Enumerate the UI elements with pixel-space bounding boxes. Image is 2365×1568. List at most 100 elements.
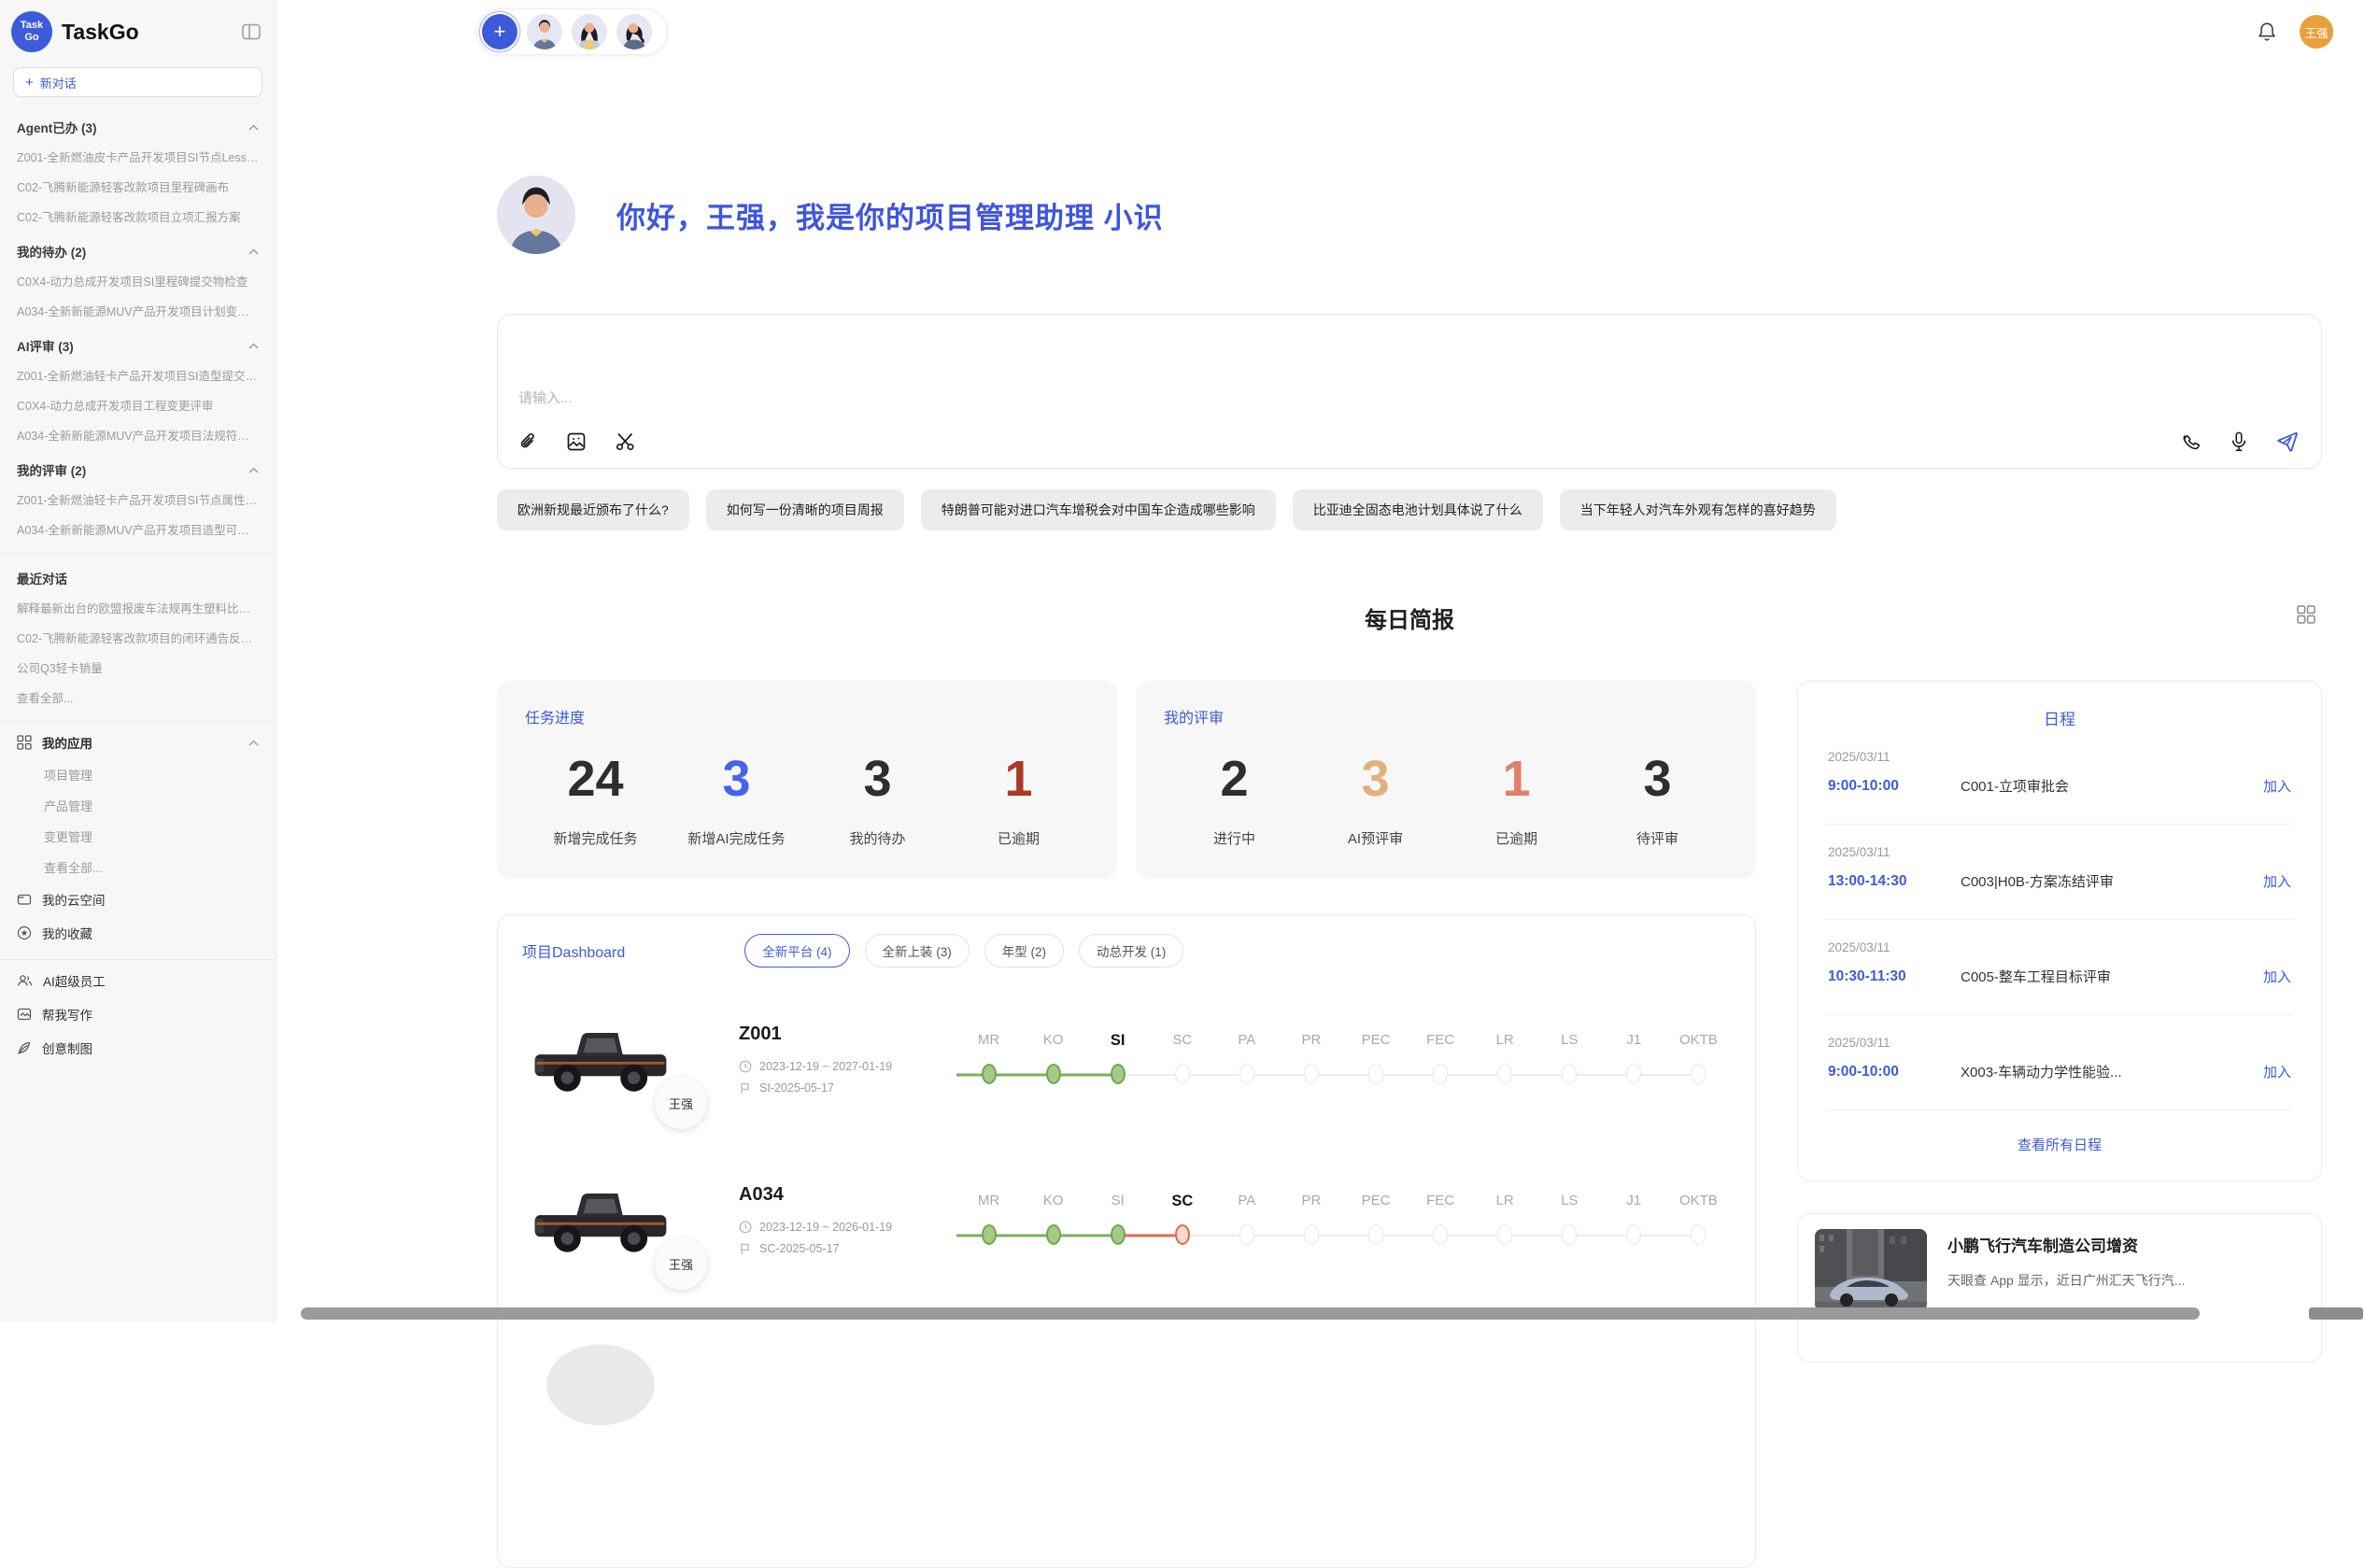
recent-chat-view-all[interactable]: 查看全部... xyxy=(0,682,276,712)
user-avatar[interactable]: 王强 xyxy=(2300,15,2333,49)
sidebar-item[interactable]: C02-飞腾新能源轻客改款项目立项汇报方案 xyxy=(0,201,276,231)
project-row-z001[interactable]: 王强 Z001 2023-12-19 ~ 2027-01-19 SI-2025-… xyxy=(522,990,1731,1128)
suggestion-chip[interactable]: 欧洲新规最近颁布了什么? xyxy=(497,489,689,530)
section-title: 最近对话 xyxy=(17,569,67,587)
milestone-dot-pr[interactable] xyxy=(1279,1224,1343,1247)
app-item-product-mgmt[interactable]: 产品管理 xyxy=(0,790,276,821)
chat-input[interactable]: 请输入... xyxy=(497,314,2322,469)
microphone-icon[interactable] xyxy=(2229,431,2249,453)
sidebar-collapse-icon[interactable] xyxy=(242,23,261,40)
sidebar-item-ai-super-staff[interactable]: AI超级员工 xyxy=(0,964,276,997)
join-button[interactable]: 加入 xyxy=(2263,967,2291,986)
horizontal-scrollbar[interactable] xyxy=(301,1307,2279,1320)
milestone-dot-lr[interactable] xyxy=(1473,1064,1537,1086)
recent-chat-item[interactable]: C02-飞腾新能源轻客改款项目的闭环通告反馈情况 xyxy=(0,622,276,652)
scrollbar-thumb[interactable] xyxy=(301,1307,2200,1320)
stat-new-ai-completed[interactable]: 3 新增AI完成任务 xyxy=(666,754,807,848)
join-button[interactable]: 加入 xyxy=(2263,1062,2291,1081)
app-item-project-mgmt[interactable]: 项目管理 xyxy=(0,759,276,790)
stat-in-progress[interactable]: 2 进行中 xyxy=(1164,754,1305,848)
milestone-dot-ls[interactable] xyxy=(1537,1224,1602,1247)
notification-bell-icon[interactable] xyxy=(2257,21,2277,43)
stat-pending-review[interactable]: 3 待评审 xyxy=(1587,754,1728,848)
project-row-a034[interactable]: 王强 A034 2023-12-19 ~ 2026-01-19 SC-2025-… xyxy=(522,1151,1731,1289)
app-item-change-mgmt[interactable]: 变更管理 xyxy=(0,821,276,852)
stat-new-completed[interactable]: 24 新增完成任务 xyxy=(525,754,666,848)
section-agent-done[interactable]: Agent已办 (3) xyxy=(0,106,276,141)
milestone-dot-sc[interactable] xyxy=(1150,1064,1214,1086)
sidebar-item[interactable]: A034-全新新能源MUV产品开发项目法规符合性评审 xyxy=(0,419,276,449)
stat-my-todo[interactable]: 3 我的待办 xyxy=(807,754,948,848)
paperclip-icon[interactable] xyxy=(517,431,539,453)
milestone-dot-ko[interactable] xyxy=(1021,1064,1085,1086)
view-all-schedule-link[interactable]: 查看所有日程 xyxy=(1826,1110,2293,1167)
agent-avatar-1[interactable] xyxy=(527,14,562,49)
sidebar-item[interactable]: Z001-全新燃油轻卡产品开发项目SI节点属性5D文件评审 xyxy=(0,484,276,514)
milestone-dot-oktb[interactable] xyxy=(1666,1224,1731,1247)
milestone-dot-lr[interactable] xyxy=(1473,1224,1537,1247)
milestone-dot-si[interactable] xyxy=(1085,1224,1150,1247)
suggestion-chip[interactable]: 如何写一份清晰的项目周报 xyxy=(706,489,904,530)
milestone-dot-fec[interactable] xyxy=(1409,1224,1473,1247)
milestone-dot-j1[interactable] xyxy=(1602,1224,1666,1247)
milestone-dot-fec[interactable] xyxy=(1409,1064,1473,1086)
section-ai-review[interactable]: AI评审 (3) xyxy=(0,325,276,360)
milestone-dot-pa[interactable] xyxy=(1214,1224,1279,1247)
sidebar-item[interactable]: C02-飞腾新能源轻客改款项目里程碑画布 xyxy=(0,171,276,201)
send-icon[interactable] xyxy=(2275,431,2299,453)
stat-review-overdue[interactable]: 1 已逾期 xyxy=(1446,754,1587,848)
tab-powertrain-dev[interactable]: 动总开发 (1) xyxy=(1079,934,1183,968)
milestone-dot-ls[interactable] xyxy=(1537,1064,1602,1086)
suggestion-chip[interactable]: 当下年轻人对汽车外观有怎样的喜好趋势 xyxy=(1560,489,1836,530)
stat-ai-pre-review[interactable]: 3 AI预评审 xyxy=(1305,754,1446,848)
milestone-dot-pr[interactable] xyxy=(1279,1064,1343,1086)
agent-avatar-2[interactable] xyxy=(572,14,607,49)
milestone-dot-mr[interactable] xyxy=(956,1224,1021,1247)
milestone-dot-si[interactable] xyxy=(1085,1064,1150,1086)
sidebar-item[interactable]: C0X4-动力总成开发项目SI里程碑提交物检查 xyxy=(0,265,276,295)
milestone-dot-pec[interactable] xyxy=(1343,1064,1408,1086)
sidebar-item[interactable]: Z001-全新燃油轻卡产品开发项目SI造型提交物评审 xyxy=(0,360,276,389)
tab-model-year[interactable]: 年型 (2) xyxy=(984,934,1064,968)
schedule-date: 2025/03/11 xyxy=(1828,1036,2291,1050)
news-card[interactable]: 小鹏飞行汽车制造公司增资 天眼查 App 显示，近日广州汇天飞行汽... xyxy=(1797,1213,2322,1363)
sidebar-item[interactable]: Z001-全新燃油皮卡产品开发项目SI节点Lesson Learn报告 xyxy=(0,141,276,171)
sidebar-item[interactable]: C0X4-动力总成开发项目工程变更评审 xyxy=(0,389,276,419)
image-upload-icon[interactable] xyxy=(565,431,588,453)
recent-chat-item[interactable]: 公司Q3轻卡销量 xyxy=(0,652,276,682)
sidebar-item[interactable]: A034-全新新能源MUV产品开发项目计划变更表编写 xyxy=(0,295,276,325)
scrollbar-corner[interactable] xyxy=(2309,1307,2363,1320)
milestone-label-pec: PEC xyxy=(1343,1032,1408,1050)
stat-overdue[interactable]: 1 已逾期 xyxy=(948,754,1089,848)
sidebar-item-creative-drawing[interactable]: 创意制图 xyxy=(0,1031,276,1065)
join-button[interactable]: 加入 xyxy=(2263,871,2291,891)
milestone-dot-mr[interactable] xyxy=(956,1064,1021,1086)
schedule-entry: 2025/03/11 10:30-11:30 C005-整车工程目标评审 加入 xyxy=(1826,920,2293,1015)
suggestion-chip[interactable]: 特朗普可能对进口汽车增税会对中国车企造成哪些影响 xyxy=(921,489,1276,530)
app-item-view-all[interactable]: 查看全部... xyxy=(0,852,276,883)
phone-icon[interactable] xyxy=(2181,431,2202,453)
milestone-dot-ko[interactable] xyxy=(1021,1224,1085,1247)
section-my-review[interactable]: 我的评审 (2) xyxy=(0,449,276,484)
section-my-todo[interactable]: 我的待办 (2) xyxy=(0,231,276,265)
suggestion-chip[interactable]: 比亚迪全固态电池计划具体说了什么 xyxy=(1293,489,1543,530)
milestone-dot-pa[interactable] xyxy=(1214,1064,1279,1086)
milestone-dot-j1[interactable] xyxy=(1602,1064,1666,1086)
new-chat-button[interactable]: + 新对话 xyxy=(13,67,262,97)
milestone-dot-sc[interactable] xyxy=(1150,1224,1214,1247)
layout-grid-icon[interactable] xyxy=(2296,604,2316,625)
tab-new-platform[interactable]: 全新平台 (4) xyxy=(744,934,849,968)
milestone-dot-pec[interactable] xyxy=(1343,1224,1408,1247)
sidebar-item-my-apps[interactable]: 我的应用 xyxy=(0,726,276,759)
tab-new-body[interactable]: 全新上装 (3) xyxy=(865,934,970,968)
sidebar-item-help-writing[interactable]: 帮我写作 xyxy=(0,997,276,1031)
add-agent-button[interactable]: + xyxy=(482,14,517,49)
scissors-icon[interactable] xyxy=(614,431,637,453)
sidebar-item-cloud-space[interactable]: 我的云空间 xyxy=(0,883,276,916)
sidebar-item-favorites[interactable]: 我的收藏 xyxy=(0,916,276,950)
sidebar-item[interactable]: A034-全新新能源MUV产品开发项目造型可行性评审 xyxy=(0,514,276,544)
agent-avatar-3[interactable] xyxy=(616,14,652,49)
recent-chat-item[interactable]: 解释最新出台的欧盟报废车法规再生塑料比例被调到15%... xyxy=(0,592,276,622)
milestone-dot-oktb[interactable] xyxy=(1666,1064,1731,1086)
join-button[interactable]: 加入 xyxy=(2263,776,2291,796)
